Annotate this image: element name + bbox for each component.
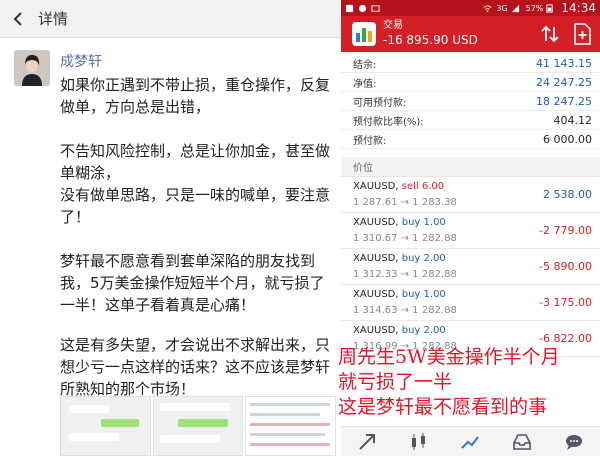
summary-value: 41 143.15	[536, 56, 592, 70]
position-symbol: XAUUSD,	[353, 289, 399, 300]
clock: 14:34	[561, 1, 596, 15]
app-title: 交易	[383, 20, 403, 31]
header-title: 详情	[38, 10, 69, 28]
summary-value: 24 247.25	[536, 75, 592, 89]
summary-label: 可用预付款:	[353, 97, 407, 109]
chat-icon[interactable]	[563, 431, 585, 453]
post-paragraph: 梦轩最不愿意看到套单深陷的朋友找到我，5万美金操作短短半个月，就亏损了一半！这单…	[60, 252, 325, 314]
wifi-icon	[483, 4, 492, 12]
sort-icon[interactable]	[540, 24, 560, 44]
arrow-icon: →	[400, 305, 410, 316]
position-profit: -3 175.00	[539, 296, 592, 309]
caption-line: 就亏损了一半	[338, 371, 453, 393]
back-arrow-icon[interactable]	[10, 11, 26, 27]
summary-value: 18 247.25	[536, 94, 592, 108]
chart-candles-icon[interactable]	[408, 431, 430, 453]
position-profit: 2 538.00	[543, 188, 592, 201]
position-profit: -5 890.00	[539, 260, 592, 273]
summary-label: 预付款:	[353, 135, 387, 147]
position-side: buy 1.00	[401, 289, 446, 300]
summary-value: 404.12	[553, 113, 593, 127]
post: 成梦轩 如果你正遇到不带止损，重仓操作，反复做单，方向总是出错， 不告知风险控制…	[0, 38, 341, 456]
position-row[interactable]: XAUUSD, sell 6.00 1 287.61 → 1 283.38 2 …	[341, 177, 600, 213]
open-price: 1 314.63	[353, 305, 398, 316]
caption-overlay: 周先生5W美金操作半个月 就亏损了一半 这是梦轩最不愿看到的事	[338, 345, 600, 420]
caption-line: 周先生5W美金操作半个月	[338, 346, 560, 368]
metatrader-logo-icon[interactable]	[351, 21, 377, 47]
position-row[interactable]: XAUUSD, buy 1.00 1 310.67 → 1 282.88 -2 …	[341, 213, 600, 249]
network-type: 3G	[496, 3, 508, 13]
detail-header: 详情	[0, 0, 341, 38]
arrow-icon: →	[400, 197, 410, 208]
trend-icon[interactable]	[459, 431, 481, 453]
post-paragraph: 没有做单思路，只是一味的喊单，要注意了！	[60, 186, 331, 226]
avatar[interactable]	[14, 50, 50, 86]
battery-icon	[546, 3, 554, 13]
add-document-icon[interactable]	[572, 23, 592, 45]
position-side: buy 2.00	[401, 325, 446, 336]
position-profit: -2 779.00	[539, 224, 592, 237]
app-bar: 交易 -16 895.90 USD	[341, 16, 600, 52]
arrow-icon: →	[400, 233, 410, 244]
current-price: 1 282.88	[412, 269, 457, 280]
summary-row-margin-level: 预付款比率(%): 404.12	[341, 111, 600, 130]
arrow-icon: →	[400, 269, 410, 280]
open-price: 1 287.61	[353, 197, 398, 208]
summary-label: 结余:	[353, 59, 377, 71]
open-price: 1 312.33	[353, 269, 398, 280]
current-price: 1 282.88	[412, 305, 457, 316]
notification-icon	[345, 4, 354, 12]
position-side: buy 2.00	[401, 253, 446, 264]
post-paragraph: 如果你正遇到不带止损，重仓操作，反复做单，方向总是出错，	[60, 76, 331, 116]
battery-level: 57%	[525, 3, 544, 13]
post-image-thumbnails	[60, 396, 337, 456]
summary-row-equity: 净值: 24 247.25	[341, 73, 600, 92]
image-thumbnail[interactable]	[152, 396, 244, 456]
position-side: buy 1.00	[401, 217, 446, 228]
bottom-navigation	[341, 426, 600, 456]
image-thumbnail[interactable]	[60, 396, 151, 456]
floating-pl-balance: -16 895.90 USD	[383, 33, 478, 47]
signal-icon	[511, 4, 519, 12]
summary-row-balance: 结余: 41 143.15	[341, 54, 600, 73]
history-inbox-icon[interactable]	[511, 431, 533, 453]
current-price: 1 283.38	[412, 197, 457, 208]
caption-line: 这是梦轩最不愿看到的事	[338, 396, 548, 418]
app-notification-icon	[358, 4, 367, 12]
summary-row-margin: 预付款: 6 000.00	[341, 130, 600, 149]
positions-list: XAUUSD, sell 6.00 1 287.61 → 1 283.38 2 …	[341, 177, 600, 357]
position-row[interactable]: XAUUSD, buy 2.00 1 312.33 → 1 282.88 -5 …	[341, 249, 600, 285]
mail-icon	[371, 4, 380, 12]
summary-row-free-margin: 可用预付款: 18 247.25	[341, 92, 600, 111]
position-symbol: XAUUSD,	[353, 181, 399, 192]
author-name[interactable]: 成梦轩	[60, 51, 102, 71]
summary-value: 6 000.00	[543, 132, 592, 146]
summary-label: 预付款比率(%):	[353, 116, 424, 128]
current-price: 1 282.88	[412, 233, 457, 244]
image-thumbnail[interactable]	[245, 396, 337, 456]
position-profit: -6 822.00	[539, 332, 592, 345]
summary-label: 净值:	[353, 78, 377, 90]
open-price: 1 310.67	[353, 233, 398, 244]
position-symbol: XAUUSD,	[353, 325, 399, 336]
wechat-moments-panel: 详情 成梦轩 如果你正遇到不带止损，重仓操作，反复做单，方向总是出错， 不告知风…	[0, 0, 341, 456]
positions-section-header: 价位	[341, 157, 600, 177]
position-row[interactable]: XAUUSD, buy 1.00 1 314.63 → 1 282.88 -3 …	[341, 285, 600, 321]
position-symbol: XAUUSD,	[353, 253, 399, 264]
post-paragraph: 这是有多失望，才会说出不求解出来，只想少亏一点这样的话来？这不应该是梦轩所熟知的…	[60, 336, 331, 398]
account-summary: 结余: 41 143.15 净值: 24 247.25 可用预付款: 18 247.2…	[341, 52, 600, 149]
status-bar: 3G 57% 14:34	[341, 0, 600, 16]
post-paragraph: 不告知风险控制，总是让你加金，甚至做单糊涂，	[60, 142, 331, 182]
position-symbol: XAUUSD,	[353, 217, 399, 228]
position-side: sell 6.00	[401, 181, 445, 192]
quotes-icon[interactable]	[356, 431, 378, 453]
